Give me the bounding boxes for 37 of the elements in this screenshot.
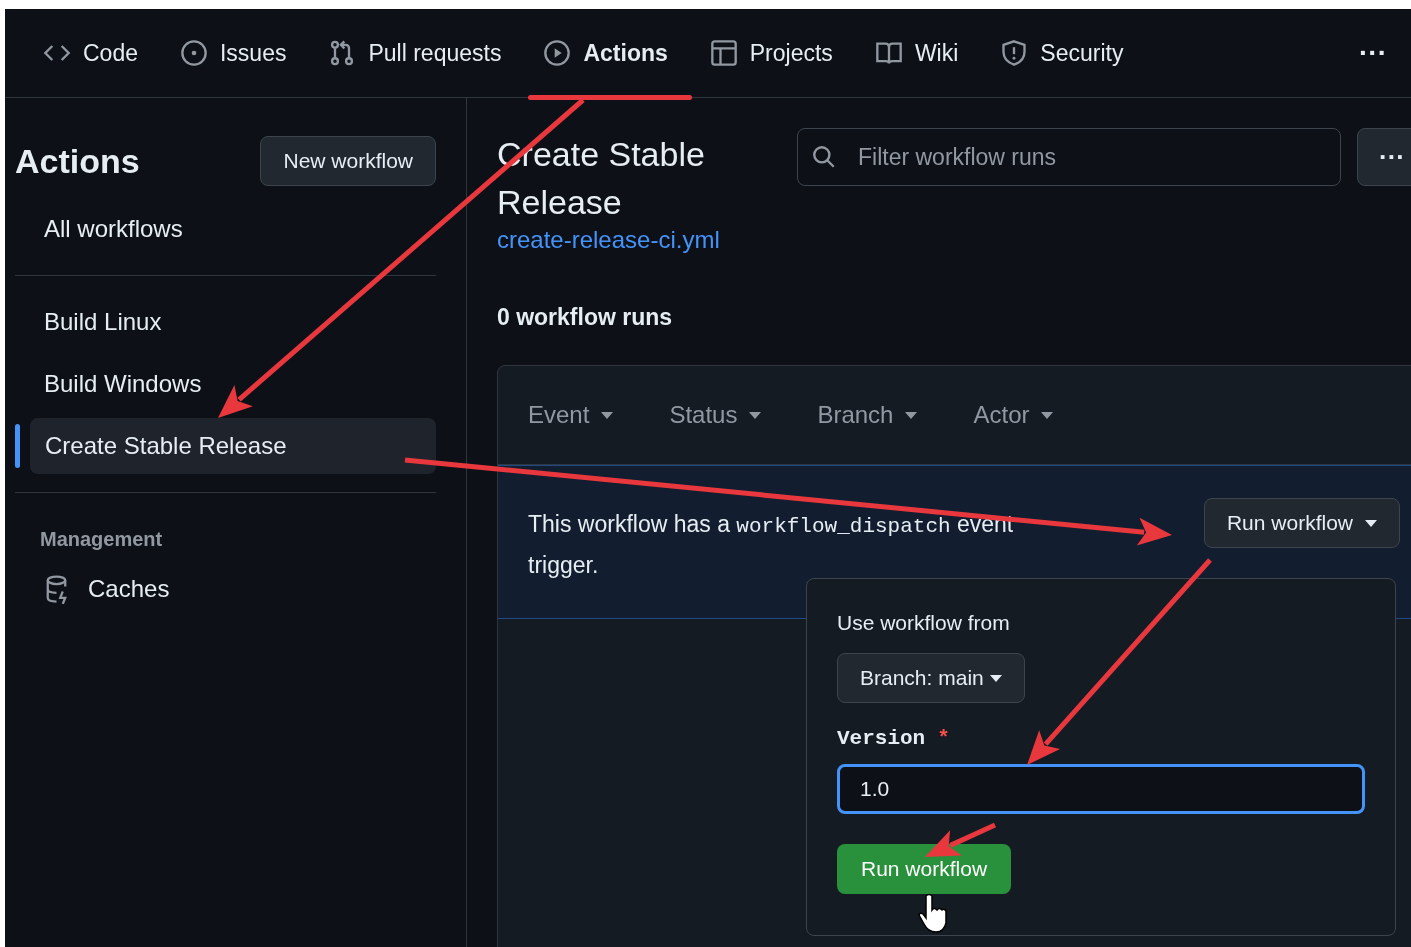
more-button[interactable]: ··· xyxy=(1357,128,1411,186)
run-workflow-button[interactable]: Run workflow xyxy=(837,844,1012,894)
cursor-icon xyxy=(918,893,947,933)
run-workflow-dropdown[interactable]: Run workflow xyxy=(1203,498,1400,548)
nav-tab[interactable]: Wiki xyxy=(874,9,975,97)
new-workflow-button[interactable]: New workflow xyxy=(260,136,436,186)
annotation-arrow xyxy=(925,822,997,857)
required-mark: * xyxy=(937,727,950,750)
filter-dropdown[interactable]: Branch xyxy=(817,401,918,429)
nav-tab[interactable]: Issues xyxy=(180,9,303,97)
field-label: Version xyxy=(837,727,926,750)
circle-dot-icon xyxy=(180,39,208,67)
play-icon xyxy=(543,39,572,67)
sidebar-item[interactable]: Build Windows xyxy=(15,356,436,412)
search-field[interactable]: Filter workflow runs xyxy=(797,128,1341,186)
search-icon xyxy=(811,144,837,170)
table-icon xyxy=(709,39,738,67)
filter-dropdown[interactable]: Status xyxy=(669,401,762,429)
sidebar-item[interactable]: Build Linux xyxy=(15,294,436,350)
nav-tab[interactable]: Projects xyxy=(709,9,849,97)
section-heading: Management xyxy=(39,527,164,552)
shield-icon xyxy=(1000,39,1029,67)
filter-dropdown[interactable]: Actor xyxy=(973,401,1054,429)
runs-count: 0 workflow runs xyxy=(497,304,674,331)
sidebar-item[interactable]: Caches xyxy=(15,560,436,618)
version-input[interactable]: 1.0 xyxy=(837,764,1365,814)
branch-dropdown[interactable]: Branch: main xyxy=(837,653,1025,703)
nav-tab[interactable]: Pull requests xyxy=(328,9,518,97)
more-button[interactable]: ··· xyxy=(1353,36,1393,70)
sidebar-title: Actions xyxy=(15,141,140,181)
workflow-file-link[interactable]: create-release-ci.yml xyxy=(497,226,720,253)
filter-dropdown[interactable]: Event xyxy=(528,401,614,429)
sidebar-item[interactable]: All workflows xyxy=(15,201,436,257)
nav-tab[interactable]: Code xyxy=(43,9,154,97)
sidebar-item[interactable]: Create Stable Release xyxy=(30,418,436,474)
nav-tab[interactable]: Security xyxy=(1000,9,1140,97)
popover-heading: Use workflow from xyxy=(837,611,1010,635)
